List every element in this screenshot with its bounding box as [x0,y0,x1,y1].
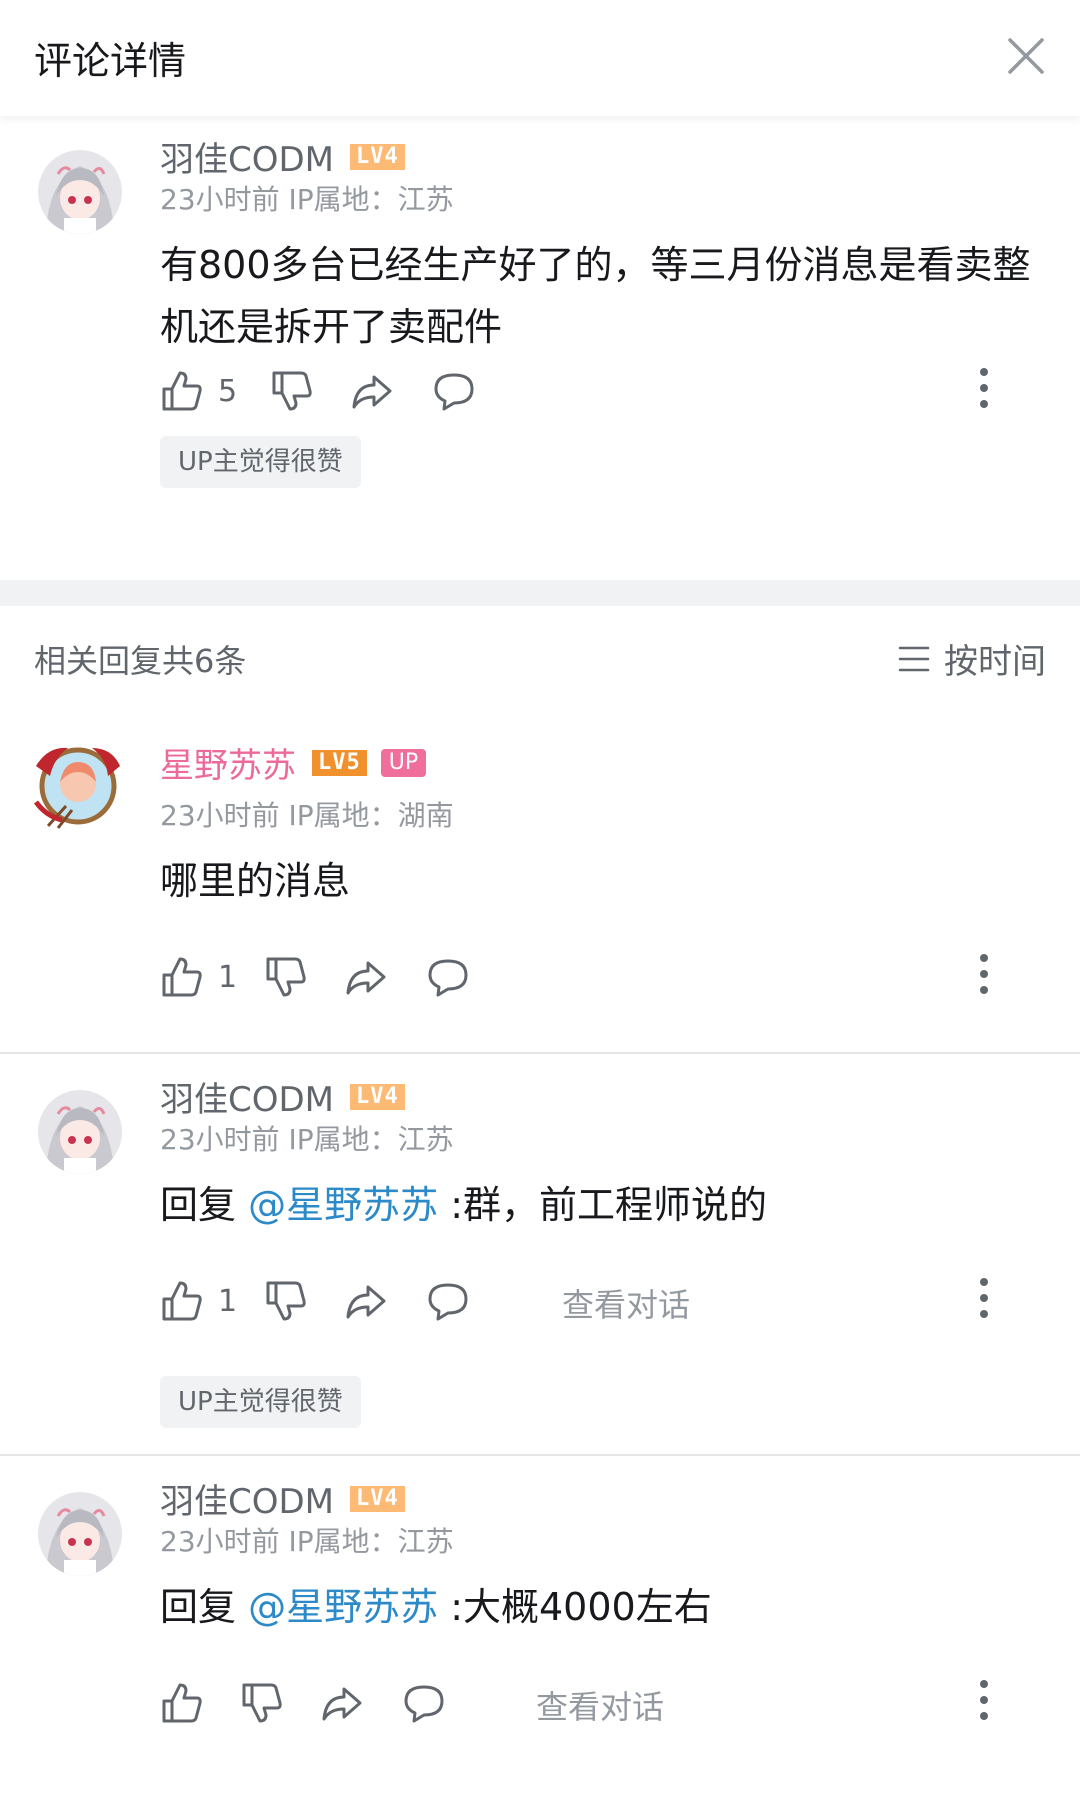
reply-prefix: 回复 [160,1183,249,1227]
top-bar: 评论详情 [0,0,1080,116]
like-button[interactable] [160,1678,218,1728]
action-bar: 5 [160,366,1040,416]
main-comment: 羽佳CODM LV4 23小时前 IP属地：江苏 有800多台已经生产好了的，等… [0,116,1080,580]
like-count: 1 [218,959,238,995]
comment-text[interactable]: 哪里的消息 [160,850,1050,912]
section-divider [0,580,1080,606]
reply-body: :大概4000左右 [438,1585,712,1629]
username-row: 星野苏苏 LV5 UP [160,738,427,787]
replies-header: 相关回复共6条 按时间 [0,612,1080,702]
sort-lines-icon [898,646,930,671]
thumbs-up-icon [162,1281,202,1321]
view-conversation-link[interactable]: 查看对话 [536,1682,664,1728]
share-icon [352,375,392,409]
more-vertical-icon[interactable] [978,1680,990,1726]
thumbs-down-icon [266,957,306,997]
username-row: 羽佳CODM LV4 [160,132,419,181]
thumbs-up-icon [162,371,202,411]
comment-text[interactable]: 回复 @星野苏苏 :大概4000左右 [160,1576,1050,1638]
view-conversation-link[interactable]: 查看对话 [562,1280,690,1326]
like-button[interactable]: 5 [160,366,237,416]
more-vertical-icon[interactable] [978,368,990,414]
thumbs-down-icon [266,1281,306,1321]
comment-icon [404,1685,444,1723]
sort-label: 按时间 [944,642,1046,682]
action-bar: 1 查看对话 [160,1276,1040,1326]
time-ip: 23小时前 IP属地：湖南 [160,799,454,832]
time-ip: 23小时前 IP属地：江苏 [160,1123,454,1156]
username[interactable]: 羽佳CODM [160,1072,334,1121]
like-count: 5 [218,373,238,409]
comment-text[interactable]: 有800多台已经生产好了的，等三月份消息是看卖整机还是拆开了卖配件 [160,234,1050,358]
share-button[interactable] [320,1678,364,1728]
share-button[interactable] [344,952,388,1002]
sort-button[interactable]: 按时间 [898,634,1046,683]
up-badge: UP [380,748,427,777]
reply-item: 羽佳CODM LV4 23小时前 IP属地：江苏 回复 @星野苏苏 :群，前工程… [0,1054,1080,1454]
share-icon [346,1285,386,1319]
up-liked-tag: UP主觉得很赞 [160,1376,361,1428]
username[interactable]: 星野苏苏 [160,738,296,787]
reply-prefix: 回复 [160,1585,249,1629]
action-bar: 1 [160,952,1040,1002]
level-badge: LV4 [350,143,405,170]
avatar[interactable] [28,736,128,836]
comment-text[interactable]: 回复 @星野苏苏 :群，前工程师说的 [160,1174,1050,1236]
thumbs-up-icon [162,1683,202,1723]
mention-link[interactable]: @星野苏苏 [248,1585,438,1629]
avatar[interactable] [38,1090,122,1174]
dislike-button[interactable] [270,366,314,416]
reply-button[interactable] [426,1276,470,1326]
share-button[interactable] [344,1276,388,1326]
page-title: 评论详情 [34,39,187,83]
thumbs-down-icon [242,1683,282,1723]
reply-item: 羽佳CODM LV4 23小时前 IP属地：江苏 回复 @星野苏苏 :大概400… [0,1456,1080,1800]
reply-body: :群，前工程师说的 [438,1183,767,1227]
more-vertical-icon[interactable] [978,954,990,1000]
reply-button[interactable] [432,366,476,416]
level-badge: LV5 [312,749,367,776]
username-row: 羽佳CODM LV4 [160,1474,419,1523]
username-row: 羽佳CODM LV4 [160,1072,419,1121]
dislike-button[interactable] [240,1678,284,1728]
username[interactable]: 羽佳CODM [160,132,334,181]
comment-icon [434,373,474,411]
comment-icon [428,959,468,997]
action-bar: 查看对话 [160,1678,1040,1728]
username[interactable]: 羽佳CODM [160,1474,334,1523]
comment-icon [428,1283,468,1321]
reply-count: 相关回复共6条 [34,642,247,680]
mention-link[interactable]: @星野苏苏 [248,1183,438,1227]
level-badge: LV4 [350,1083,405,1110]
more-vertical-icon[interactable] [978,1278,990,1324]
time-ip: 23小时前 IP属地：江苏 [160,1525,454,1558]
like-button[interactable]: 1 [160,952,237,1002]
time-ip: 23小时前 IP属地：江苏 [160,183,454,216]
dislike-button[interactable] [264,1276,308,1326]
reply-button[interactable] [426,952,470,1002]
thumbs-down-icon [272,371,312,411]
like-button[interactable]: 1 [160,1276,237,1326]
dislike-button[interactable] [264,952,308,1002]
share-button[interactable] [350,366,394,416]
up-liked-tag: UP主觉得很赞 [160,436,361,488]
avatar[interactable] [38,150,122,234]
share-icon [322,1687,362,1721]
thumbs-up-icon [162,957,202,997]
level-badge: LV4 [350,1485,405,1512]
avatar[interactable] [38,1492,122,1576]
share-icon [346,961,386,995]
reply-item: 星野苏苏 LV5 UP 23小时前 IP属地：湖南 哪里的消息 1 [0,712,1080,1052]
reply-button[interactable] [402,1678,446,1728]
like-count: 1 [218,1283,238,1319]
close-icon[interactable] [1004,34,1048,78]
